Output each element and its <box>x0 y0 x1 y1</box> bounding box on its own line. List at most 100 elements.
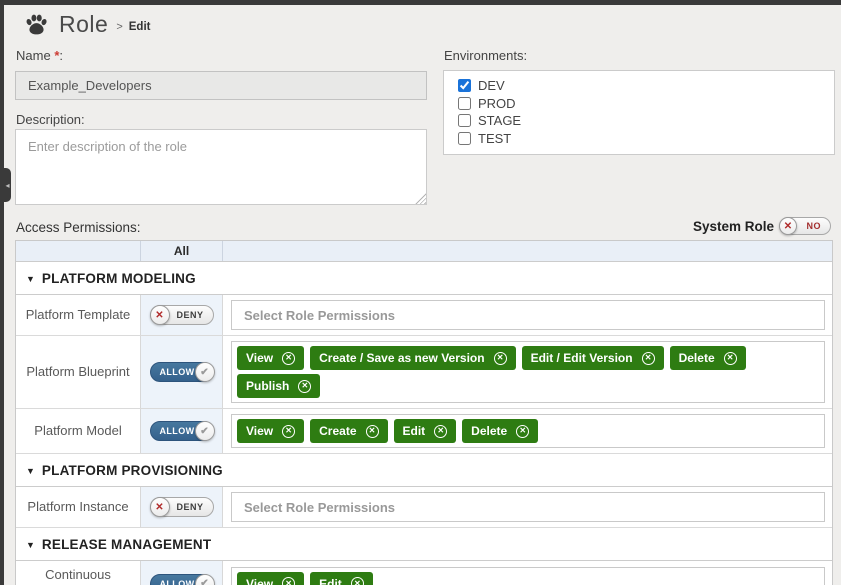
remove-tag-icon[interactable]: ✕ <box>516 425 529 438</box>
permission-tag-label: Create <box>319 424 356 438</box>
permission-row: Platform Template✕DENYSelect Role Permis… <box>16 295 832 336</box>
permission-tag-label: View <box>246 424 273 438</box>
permission-tag-label: Edit <box>403 424 426 438</box>
allow-toggle[interactable]: ALLOW✔ <box>150 574 214 585</box>
section-title: PLATFORM MODELING <box>42 271 196 286</box>
chevron-down-icon: ▼ <box>26 466 35 476</box>
section-header[interactable]: ▼ PLATFORM PROVISIONING <box>16 454 832 487</box>
remove-tag-icon[interactable]: ✕ <box>724 352 737 365</box>
access-permissions-table: All ▼PLATFORM MODELINGPlatform Template✕… <box>15 240 833 585</box>
chevron-down-icon: ▼ <box>26 540 35 550</box>
permission-row: Platform Instance ✕DENY Select Role Permis… <box>16 487 832 528</box>
column-header-permissions <box>223 241 832 261</box>
remove-tag-icon[interactable]: ✕ <box>494 352 507 365</box>
x-circle-icon: ✕ <box>779 217 797 235</box>
remove-tag-icon[interactable]: ✕ <box>282 352 295 365</box>
permission-row-name: Platform Instance <box>16 487 141 527</box>
permission-tag[interactable]: View ✕ <box>237 572 304 585</box>
toggle-state-label: ALLOW <box>160 367 195 377</box>
permissions-select-box[interactable]: View✕Create / Save as new Version✕Edit /… <box>231 341 825 403</box>
permissions-select-box[interactable]: View✕Create✕Edit✕Delete✕ <box>231 414 825 448</box>
deny-toggle[interactable]: ✕ DENY <box>150 305 214 325</box>
name-input[interactable] <box>15 71 427 100</box>
permission-tag-label: Edit / Edit Version <box>531 351 633 365</box>
permission-row-name: Platform Model <box>16 409 141 453</box>
permission-tag[interactable]: View ✕ <box>237 419 304 443</box>
name-label: Name *: <box>16 48 63 63</box>
toggle-state-label: ALLOW <box>160 426 195 436</box>
permission-row-perm-cell: View✕Create✕Edit✕Delete✕ <box>223 409 832 453</box>
check-circle-icon: ✔ <box>195 362 215 382</box>
permission-tag[interactable]: Edit ✕ <box>310 572 373 585</box>
permissions-select-box[interactable]: Select Role Permissions <box>231 492 825 522</box>
remove-tag-icon[interactable]: ✕ <box>282 425 295 438</box>
section-header[interactable]: ▼PLATFORM MODELING <box>16 262 832 295</box>
section-title: PLATFORM PROVISIONING <box>42 463 223 478</box>
permission-tag[interactable]: Delete ✕ <box>670 346 746 370</box>
toggle-state-label: DENY <box>176 310 203 320</box>
environment-checkbox-stage[interactable] <box>458 114 471 127</box>
environment-option-label: DEV <box>478 78 505 93</box>
permission-tag-label: Create / Save as new Version <box>319 351 484 365</box>
permission-row-perm-cell: Select Role Permissions <box>223 295 832 335</box>
environments-label: Environments: <box>444 48 527 63</box>
permission-row-perm-cell: Select Role Permissions <box>223 487 832 527</box>
system-role-control: System Role ✕ NO <box>693 217 831 235</box>
column-header-name <box>16 241 141 261</box>
remove-tag-icon[interactable]: ✕ <box>366 425 379 438</box>
deny-toggle[interactable]: ✕DENY <box>150 497 214 517</box>
description-label: Description: <box>16 112 85 127</box>
sidebar-collapse-handle[interactable]: ◂ <box>4 168 11 202</box>
permission-row-perm-cell: View ✕ Edit ✕ <box>223 561 832 585</box>
system-role-state: NO <box>807 221 822 231</box>
description-textarea[interactable] <box>15 129 427 205</box>
environments-box: DEV PROD STAGE TEST <box>443 70 835 155</box>
description-field-wrap <box>15 129 427 205</box>
environment-option: STAGE <box>458 112 820 130</box>
permission-tag-label: Delete <box>679 351 715 365</box>
x-circle-icon: ✕ <box>150 497 170 517</box>
permission-tag[interactable]: View ✕ <box>237 346 304 370</box>
environment-option: TEST <box>458 130 820 148</box>
permission-tag-label: View <box>246 351 273 365</box>
permission-tag[interactable]: Edit ✕ <box>394 419 457 443</box>
window-top-edge <box>0 0 841 5</box>
permission-row-all-cell: ✕ DENY <box>141 295 223 335</box>
permission-row-all-cell: ALLOW✔ <box>141 561 223 585</box>
remove-tag-icon[interactable]: ✕ <box>642 352 655 365</box>
permission-tag-label: Edit <box>319 577 342 585</box>
environment-checkbox-dev[interactable] <box>458 79 471 92</box>
x-circle-icon: ✕ <box>150 305 170 325</box>
permission-tag[interactable]: Publish✕ <box>237 374 320 398</box>
permission-row: Platform ModelALLOW✔View✕Create✕Edit✕Del… <box>16 409 832 454</box>
environment-option-label: TEST <box>478 131 511 146</box>
paw-icon <box>25 14 48 35</box>
environment-option-label: PROD <box>478 96 516 111</box>
permission-row-perm-cell: View✕Create / Save as new Version✕Edit /… <box>223 336 832 408</box>
permission-row-name: Continuous Delivery Profile <box>16 561 141 585</box>
permission-tag-label: View <box>246 577 273 585</box>
permission-row-all-cell: ✕DENY <box>141 487 223 527</box>
permission-row-all-cell: ALLOW✔ <box>141 336 223 408</box>
environment-option-label: STAGE <box>478 113 521 128</box>
remove-tag-icon[interactable]: ✕ <box>298 380 311 393</box>
system-role-toggle[interactable]: ✕ NO <box>779 217 831 235</box>
page-title: Role <box>59 11 108 38</box>
permission-tag[interactable]: Create ✕ <box>310 419 387 443</box>
remove-tag-icon[interactable]: ✕ <box>434 425 447 438</box>
permission-tag[interactable]: Edit / Edit Version ✕ <box>522 346 664 370</box>
permissions-select-box[interactable]: View ✕ Edit ✕ <box>231 567 825 585</box>
breadcrumb-separator: > <box>116 21 122 33</box>
remove-tag-icon[interactable]: ✕ <box>351 577 364 585</box>
permission-tag[interactable]: Delete✕ <box>462 419 538 443</box>
allow-toggle[interactable]: ALLOW✔ <box>150 362 214 382</box>
permissions-select-box[interactable]: Select Role Permissions <box>231 300 825 330</box>
allow-toggle[interactable]: ALLOW✔ <box>150 421 214 441</box>
permission-row-all-cell: ALLOW✔ <box>141 409 223 453</box>
environment-checkbox-prod[interactable] <box>458 97 471 110</box>
remove-tag-icon[interactable]: ✕ <box>282 577 295 585</box>
section-header[interactable]: ▼RELEASE MANAGEMENT <box>16 528 832 561</box>
environment-checkbox-test[interactable] <box>458 132 471 145</box>
permission-tag[interactable]: Create / Save as new Version ✕ <box>310 346 515 370</box>
column-header-all: All <box>141 241 223 261</box>
